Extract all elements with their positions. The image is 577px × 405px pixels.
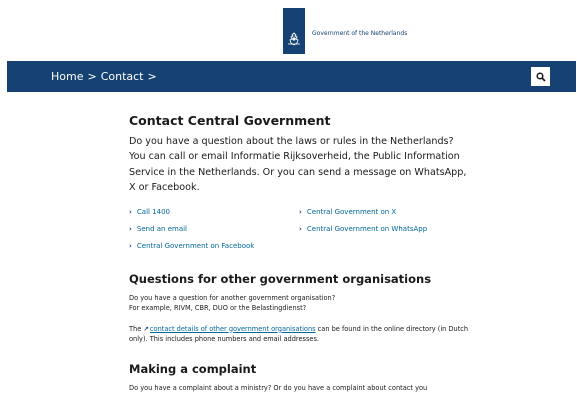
page-title: Contact Central Government bbox=[129, 113, 331, 128]
main-content: Contact Central Government Do you have a… bbox=[129, 113, 469, 393]
chevron-right-icon: › bbox=[129, 241, 132, 250]
contact-links: › Call 1400 › Send an email › Central Gover… bbox=[129, 208, 469, 260]
other-orgs-heading: Questions for other government organisat… bbox=[129, 271, 432, 286]
complaint-section: Making a complaint Do you have a complai… bbox=[129, 362, 469, 393]
breadcrumb-home-link[interactable]: Home bbox=[51, 70, 83, 83]
chevron-right-icon: › bbox=[129, 224, 132, 233]
send-email-link[interactable]: › Send an email bbox=[129, 225, 187, 234]
call-1400-link[interactable]: › Call 1400 bbox=[129, 208, 170, 217]
chevron-right-icon: › bbox=[299, 224, 302, 233]
other-orgs-line2: For example, RIVM, CBR, DUO or the Belas… bbox=[129, 303, 307, 312]
chevron-right-icon: › bbox=[299, 207, 302, 216]
intro-paragraph: Do you have a question about the laws or… bbox=[129, 136, 467, 194]
search-icon bbox=[535, 71, 546, 82]
nav-bar: Home > Contact > bbox=[7, 61, 576, 92]
whatsapp-link[interactable]: › Central Government on WhatsApp bbox=[299, 225, 427, 234]
complaint-heading: Making a complaint bbox=[129, 361, 257, 376]
other-orgs-section: Questions for other government organisat… bbox=[129, 272, 469, 344]
search-button[interactable] bbox=[531, 67, 550, 86]
breadcrumb: Home > Contact > bbox=[51, 70, 161, 83]
x-link[interactable]: › Central Government on X bbox=[299, 208, 396, 217]
other-orgs-directory-text: The ↗contact details of other government… bbox=[129, 324, 469, 343]
facebook-link[interactable]: › Central Government on Facebook bbox=[129, 242, 254, 251]
complaint-line1: Do you have a complaint about a ministry… bbox=[129, 383, 428, 392]
chevron-right-icon: › bbox=[129, 207, 132, 216]
logo-text: Government of the Netherlands bbox=[312, 30, 408, 37]
other-orgs-contact-link[interactable]: contact details of other government orga… bbox=[150, 325, 316, 333]
coat-of-arms-icon bbox=[288, 32, 300, 46]
site-header: Government of the Netherlands bbox=[0, 0, 577, 60]
external-link-icon: ↗ bbox=[143, 324, 149, 333]
other-orgs-line1: Do you have a question for another gover… bbox=[129, 293, 336, 302]
breadcrumb-separator: > bbox=[147, 70, 157, 83]
logo[interactable] bbox=[283, 8, 305, 54]
breadcrumb-current: Contact bbox=[100, 70, 144, 83]
page: Government of the Netherlands Home > Conta… bbox=[0, 0, 577, 405]
breadcrumb-separator: > bbox=[87, 70, 97, 83]
